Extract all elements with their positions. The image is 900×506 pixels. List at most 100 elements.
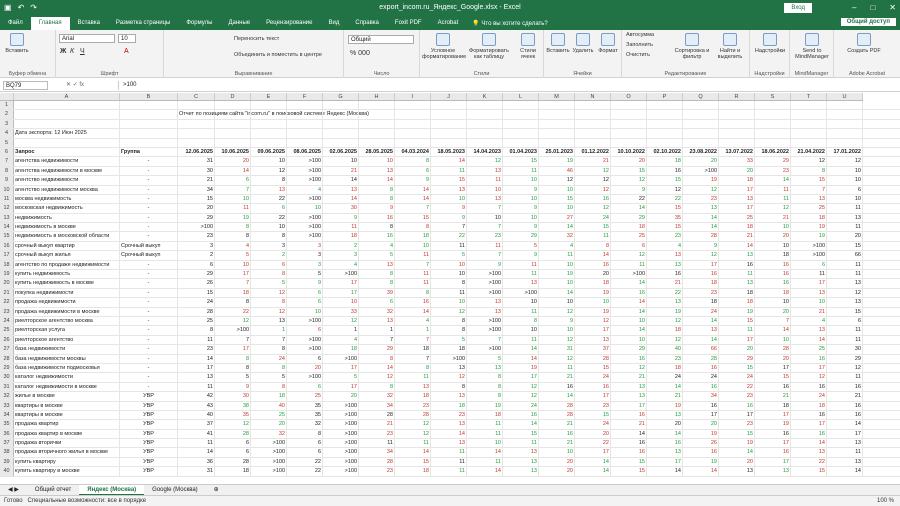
cell[interactable] (14, 119, 120, 129)
row-header[interactable]: 12 (0, 204, 14, 213)
cell[interactable]: 20 (719, 166, 755, 176)
cell[interactable]: 22 (719, 382, 755, 392)
cell[interactable]: 11 (431, 467, 467, 476)
cell[interactable]: 14 (503, 354, 539, 363)
cell[interactable]: 13 (611, 392, 647, 401)
cell[interactable]: 16 (791, 354, 827, 363)
cell[interactable]: 18 (395, 232, 431, 241)
format-table-button[interactable]: Форматировать как таблицу (466, 33, 512, 60)
cell[interactable]: 12 (467, 157, 503, 166)
cell[interactable]: 17 (755, 457, 791, 467)
cell[interactable] (251, 119, 287, 129)
cell[interactable]: 32 (359, 307, 395, 316)
cell[interactable]: 18 (431, 345, 467, 354)
cell[interactable]: 24 (719, 373, 755, 382)
cell[interactable]: 5 (215, 251, 251, 260)
cell[interactable] (755, 129, 791, 138)
cell[interactable]: 18 (215, 467, 251, 476)
cell[interactable]: 10 (395, 241, 431, 251)
cell[interactable]: 35 (647, 213, 683, 223)
cell[interactable]: квартиры в москве (14, 410, 120, 420)
create-pdf-button[interactable]: Создать PDF (844, 33, 884, 54)
cell[interactable]: 6 (215, 439, 251, 448)
cell[interactable] (323, 110, 359, 119)
cell[interactable]: 9 (503, 251, 539, 260)
column-header[interactable]: N (575, 93, 611, 100)
cell[interactable]: 14 (178, 448, 215, 457)
cell[interactable]: 23 (359, 429, 395, 439)
cell[interactable]: 8 (395, 288, 431, 298)
cell[interactable] (539, 110, 575, 119)
cell[interactable]: 15 (539, 194, 575, 204)
cell[interactable]: 16 (719, 401, 755, 410)
cell[interactable]: 14.04.2023 (467, 147, 503, 157)
cell[interactable]: 19 (647, 307, 683, 316)
cell[interactable]: 14 (719, 448, 755, 457)
cell[interactable]: 23 (431, 410, 467, 420)
tab-10[interactable]: Acrobat (430, 17, 467, 30)
cell[interactable]: 20 (719, 457, 755, 467)
cell[interactable]: 5 (503, 241, 539, 251)
cell[interactable]: 30 (215, 392, 251, 401)
cell[interactable]: 11 (431, 448, 467, 457)
cell[interactable]: 16 (359, 232, 395, 241)
cell[interactable]: 14 (395, 307, 431, 316)
cell[interactable]: >100 (287, 316, 323, 326)
cell[interactable]: 13 (719, 467, 755, 476)
cell[interactable] (287, 119, 323, 129)
cell[interactable]: 22 (431, 232, 467, 241)
cell[interactable]: 5 (359, 251, 395, 260)
cell[interactable]: 28 (539, 410, 575, 420)
cell[interactable]: 11 (431, 288, 467, 298)
cell[interactable]: 20 (611, 157, 647, 166)
cell[interactable] (719, 110, 755, 119)
cell[interactable]: 6 (287, 382, 323, 392)
cell[interactable]: 14 (611, 204, 647, 213)
cell[interactable]: >100 (323, 354, 359, 363)
cell[interactable]: 11 (431, 166, 467, 176)
cell[interactable]: 16 (791, 410, 827, 420)
cell[interactable]: 12 (539, 176, 575, 185)
cell[interactable]: 4 (323, 260, 359, 270)
cell[interactable]: 2 (178, 251, 215, 260)
cell[interactable]: 43 (178, 401, 215, 410)
cell[interactable]: 10 (323, 298, 359, 307)
cell[interactable]: Дата экспорта: 12 Июн 2025 (14, 129, 120, 138)
cell[interactable]: 8 (251, 363, 287, 373)
row-header[interactable]: 6 (0, 147, 14, 157)
cell[interactable]: 8 (359, 223, 395, 232)
cell[interactable]: 10.10.2022 (611, 147, 647, 157)
cell[interactable] (647, 110, 683, 119)
cell[interactable]: 17 (323, 279, 359, 288)
cell[interactable]: 46 (539, 166, 575, 176)
cell[interactable]: 12 (539, 307, 575, 316)
cell[interactable]: 16 (611, 354, 647, 363)
cell[interactable]: 22 (287, 467, 323, 476)
cell[interactable] (503, 119, 539, 129)
cell[interactable]: 35 (287, 410, 323, 420)
cell[interactable] (287, 129, 323, 138)
conditional-format-button[interactable]: Условное форматирование (422, 33, 466, 60)
cell[interactable] (575, 110, 611, 119)
cell[interactable]: 34 (359, 401, 395, 410)
cell[interactable]: 13 (791, 448, 827, 457)
cell[interactable]: 15 (827, 307, 863, 316)
cell[interactable]: 14 (611, 326, 647, 335)
cell[interactable]: 13 (467, 166, 503, 176)
row-header[interactable]: 32 (0, 392, 14, 401)
cell[interactable]: 11 (503, 260, 539, 270)
cell[interactable]: 8 (575, 241, 611, 251)
cell[interactable] (575, 101, 611, 110)
cell[interactable]: 8 (251, 232, 287, 241)
tab-0[interactable]: Файл (0, 17, 31, 30)
cell[interactable]: 10 (755, 241, 791, 251)
cell[interactable]: москва недвижимость (14, 194, 120, 204)
cell[interactable]: >100 (467, 288, 503, 298)
cell[interactable]: 13 (647, 448, 683, 457)
cell[interactable]: 12 (431, 373, 467, 382)
cell[interactable]: 17 (323, 288, 359, 298)
cell[interactable]: 16 (359, 213, 395, 223)
cell[interactable]: УВР (120, 439, 178, 448)
autosum-button[interactable]: Автосумма (626, 32, 654, 38)
cell[interactable]: 13 (431, 439, 467, 448)
